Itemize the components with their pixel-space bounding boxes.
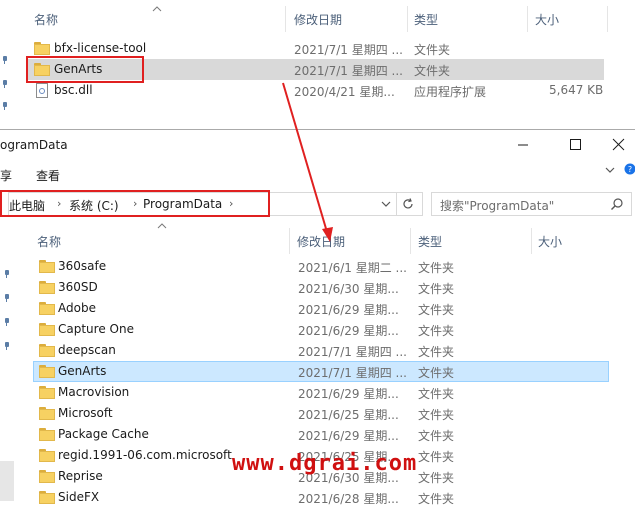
watermark-text: www.dgrai.com [232, 451, 417, 476]
annotation-arrow [0, 0, 635, 500]
